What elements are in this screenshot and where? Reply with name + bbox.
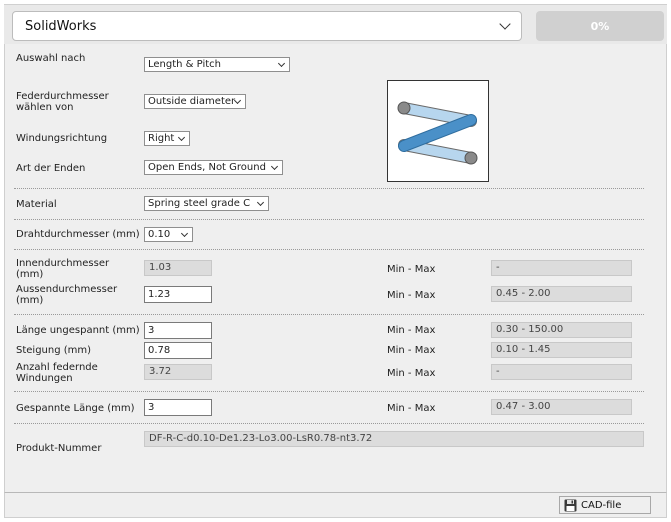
aussen-input[interactable]: 1.23: [144, 286, 212, 303]
innen-minmax-label: Min - Max: [387, 264, 436, 275]
produkt-value: DF-R-C-d0.10-De1.23-Lo3.00-LsR0.78-nt3.7…: [144, 431, 644, 447]
gespannt-input[interactable]: 3: [144, 399, 212, 416]
cad-system-value: SolidWorks: [25, 18, 97, 34]
chevron-down-icon: [177, 133, 186, 142]
separator: [14, 314, 644, 315]
innen-label-line1: Innendurchmesser: [16, 258, 110, 269]
separator: [14, 219, 644, 220]
material-select[interactable]: Spring steel grade C: [144, 196, 269, 211]
anzahl-minmax: -: [491, 364, 632, 380]
anzahl-label-line2: Windungen: [16, 373, 73, 384]
anzahl-value: 3.72: [144, 364, 212, 380]
draht-label: Drahtdurchmesser (mm): [16, 229, 140, 240]
aussen-minmax-label: Min - Max: [387, 290, 436, 301]
cad-file-label: CAD-file: [581, 499, 622, 511]
separator: [14, 391, 644, 392]
aussen-label-line1: Aussendurchmesser: [16, 284, 118, 295]
laenge-minmax-label: Min - Max: [387, 325, 436, 336]
cad-system-select[interactable]: SolidWorks: [12, 11, 522, 41]
cad-file-button[interactable]: CAD-file: [559, 496, 651, 514]
chevron-down-icon: [270, 162, 279, 171]
gespannt-minmax-label: Min - Max: [387, 403, 436, 414]
progress-label: 0%: [590, 19, 610, 33]
feder-label-line1: Federdurchmesser: [16, 91, 109, 102]
top-bar: SolidWorks 0%: [4, 4, 667, 44]
steigung-label: Steigung (mm): [16, 345, 92, 356]
steigung-minmax: 0.10 - 1.45: [491, 342, 632, 358]
material-value: Spring steel grade C: [148, 198, 251, 209]
feder-label-line2: wählen von: [16, 102, 74, 113]
innen-minmax: -: [491, 260, 632, 276]
chevron-down-icon: [180, 229, 189, 238]
windung-value: Right: [148, 133, 175, 144]
draht-select[interactable]: 0.10: [144, 227, 193, 242]
steigung-minmax-label: Min - Max: [387, 345, 436, 356]
compression-spring-icon: [397, 101, 478, 165]
feder-select[interactable]: Outside diameter: [144, 94, 246, 109]
auswahl-label: Auswahl nach: [16, 53, 86, 64]
feder-value: Outside diameter: [148, 96, 236, 107]
separator: [14, 423, 644, 424]
enden-label: Art der Enden: [16, 163, 86, 174]
auswahl-select[interactable]: Length & Pitch: [144, 57, 290, 72]
gespannt-label: Gespannte Länge (mm): [16, 403, 135, 414]
spring-preview: [387, 80, 489, 182]
aussen-minmax: 0.45 - 2.00: [491, 286, 632, 302]
produkt-label: Produkt-Nummer: [16, 443, 102, 454]
chevron-down-icon: [256, 198, 265, 207]
aussen-label-line2: (mm): [16, 295, 44, 306]
enden-select[interactable]: Open Ends, Not Ground: [144, 160, 283, 175]
innen-label-line2: (mm): [16, 269, 44, 280]
laenge-label: Länge ungespannt (mm): [16, 325, 140, 336]
anzahl-minmax-label: Min - Max: [387, 368, 436, 379]
windung-select[interactable]: Right: [144, 131, 190, 146]
draht-value: 0.10: [148, 229, 171, 240]
innen-value: 1.03: [144, 260, 212, 276]
separator: [14, 188, 644, 189]
steigung-input[interactable]: 0.78: [144, 342, 212, 359]
floppy-disk-icon: [564, 499, 577, 511]
gespannt-minmax: 0.47 - 3.00: [491, 399, 632, 415]
auswahl-value: Length & Pitch: [148, 59, 221, 70]
anzahl-label-line1: Anzahl federnde: [16, 362, 98, 373]
material-label: Material: [16, 199, 57, 210]
windung-label: Windungsrichtung: [16, 133, 108, 144]
enden-value: Open Ends, Not Ground: [148, 162, 266, 173]
progress-bar: 0%: [536, 11, 664, 41]
chevron-down-icon: [499, 18, 511, 30]
laenge-minmax: 0.30 - 150.00: [491, 322, 632, 338]
laenge-input[interactable]: 3: [144, 322, 212, 339]
separator: [14, 249, 644, 250]
chevron-down-icon: [277, 59, 286, 68]
